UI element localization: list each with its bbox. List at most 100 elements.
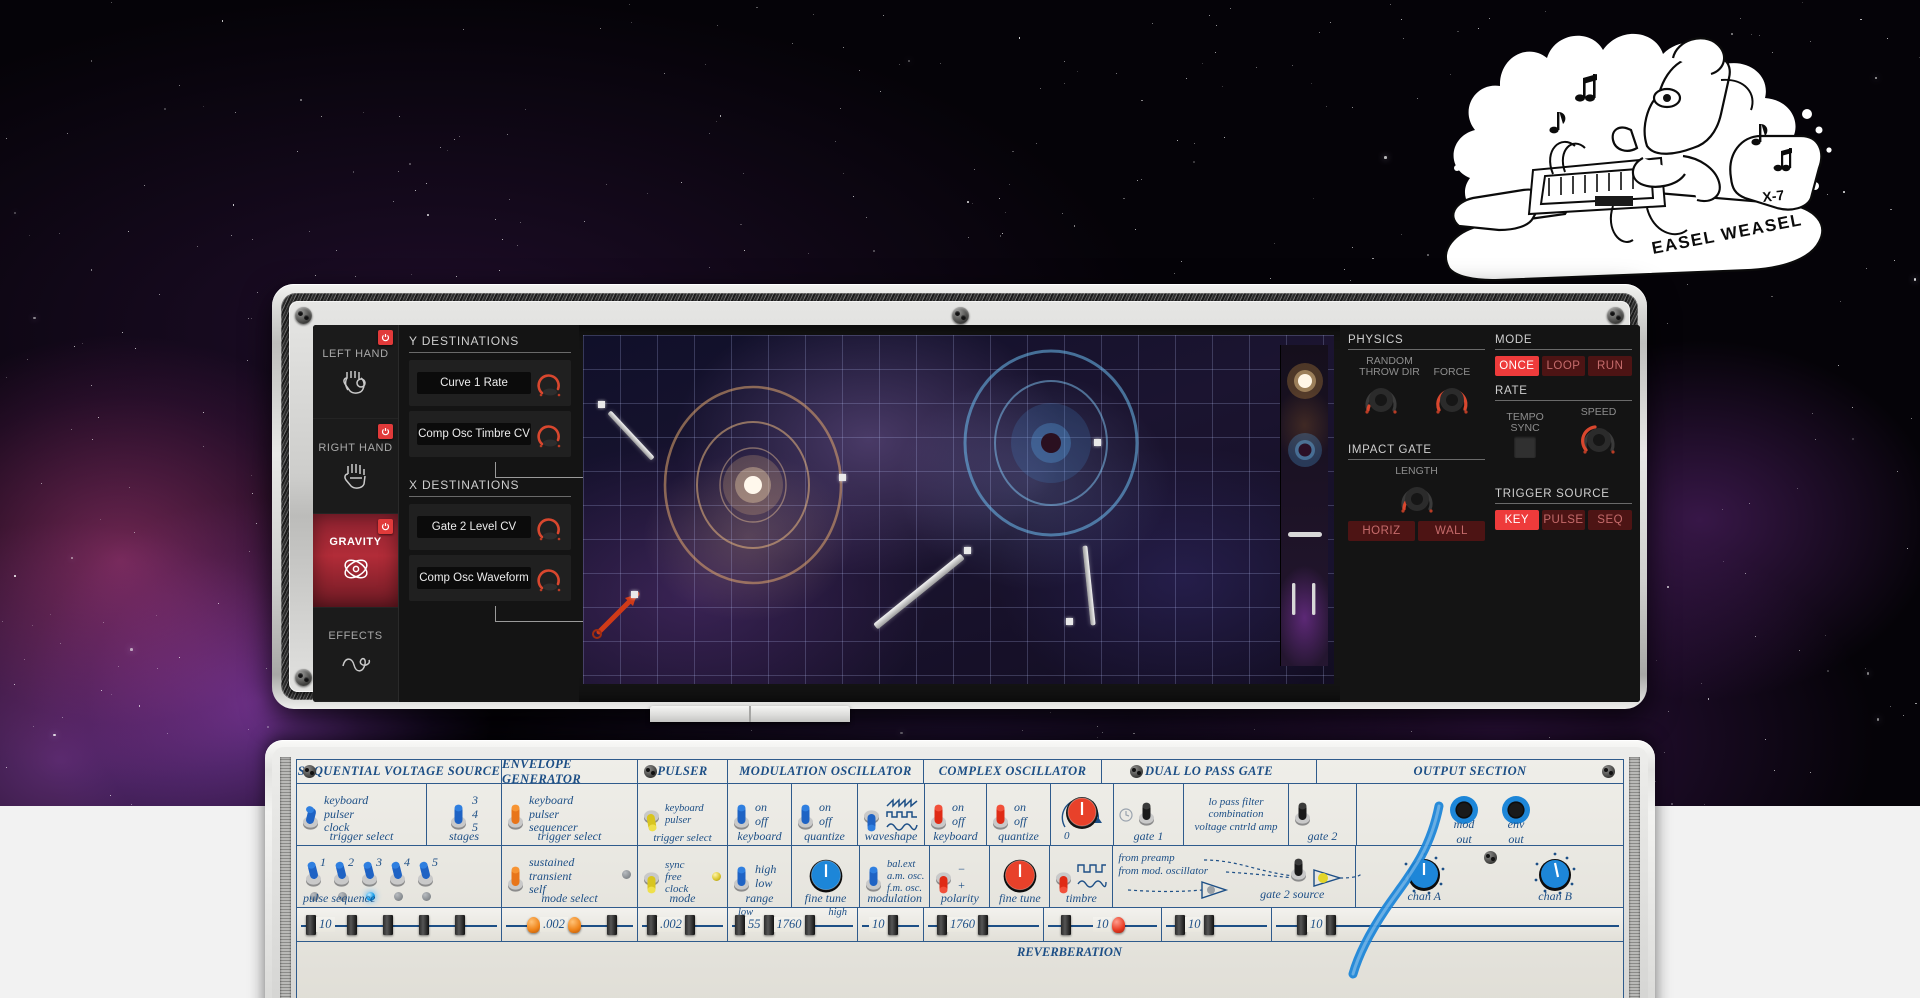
toggle-switch-icon[interactable] [930,798,947,832]
eg-mode-select[interactable]: sustained transient self mode select [502,846,638,907]
mod-osc-waveshape[interactable]: waveshape [858,784,925,845]
slider-handle[interactable] [937,914,947,935]
svs-pulse-sequence[interactable]: 1 2 3 4 5 pulse sequence [297,846,502,907]
svs-stages[interactable]: 3 4 5 stages [427,784,502,845]
object-palette[interactable] [1280,345,1328,666]
slider-handle[interactable] [454,914,465,935]
star-resize-handle[interactable] [839,474,846,481]
toggle-switch-icon[interactable] [643,860,660,894]
destination-row[interactable]: Comp Osc Waveform [409,555,571,601]
toggle-switch-icon[interactable] [1290,854,1307,888]
destination-row[interactable]: Gate 2 Level CV [409,504,571,550]
power-toggle-gravity[interactable] [378,518,393,534]
slider-handle-orange[interactable] [567,916,581,933]
toggle-switch-icon[interactable] [733,798,750,832]
wall-handle[interactable] [598,401,605,408]
slider-handle-red[interactable] [1111,916,1125,933]
toggle-switch-icon[interactable] [450,798,467,832]
slider-handle[interactable] [382,914,393,935]
destination-label[interactable]: Comp Osc Timbre CV [417,423,531,445]
svs-trigger-select[interactable]: keyboard pulser clock trigger select [297,784,427,845]
toggle-switch-icon[interactable] [935,860,952,894]
mod-osc-keyboard[interactable]: on off keyboard [728,784,792,845]
pulser-mode[interactable]: sync free clock mode [638,846,728,907]
output-chan-a[interactable]: chan A [1401,851,1447,903]
launch-handle[interactable] [631,591,638,598]
slider-handle[interactable] [684,914,695,935]
toggle-switch-icon[interactable] [507,798,524,832]
comp-osc-pitch-slider[interactable]: 1760 [924,908,1044,941]
slider-handle[interactable] [1061,914,1071,935]
slider-handle[interactable] [647,914,657,935]
toggle-switch-icon[interactable] [863,798,880,832]
mod-osc-index-slider[interactable]: 10 [858,908,924,941]
destination-label[interactable]: Comp Osc Waveform [417,567,531,589]
destination-label[interactable]: Gate 2 Level CV [417,516,531,538]
slider-handle[interactable] [1203,914,1214,935]
launch-vector-arrow[interactable] [591,580,661,640]
slider-handle[interactable] [1325,914,1336,935]
palette-swatches[interactable] [1281,345,1329,684]
trigger-pulse-button[interactable]: PULSE [1541,510,1586,530]
mod-osc-quantize[interactable]: on off quantize [792,784,858,845]
mode-run-button[interactable]: RUN [1588,356,1633,376]
sidebar-item-gravity[interactable]: GRAVITY [313,513,398,608]
mod-osc-fine-tune[interactable]: fine tune [792,846,860,907]
toggle-switch-icon[interactable] [643,798,660,832]
random-throw-dir-knob[interactable] [1359,378,1403,418]
toggle-switch-icon[interactable] [1055,860,1072,894]
mod-osc-modulation[interactable]: bal.ext a.m. osc. f.m. osc. modulation [860,846,931,907]
eg-time-slider[interactable]: .002 [502,908,638,941]
sidebar-item-left-hand[interactable]: LEFT HAND [313,325,398,420]
output-chan-b[interactable]: chan B [1532,851,1578,903]
random-throw-dir-control[interactable]: RANDOM THROW DIR [1359,356,1420,418]
black-hole-body[interactable] [933,343,1163,543]
toggle-switch-icon[interactable] [797,798,814,832]
lpg-gate-1[interactable]: gate 1 [1114,784,1184,845]
pulser-trigger-select[interactable]: keyboard pulser trigger select [638,784,728,845]
lpg-gate-2-source[interactable]: from preamp from mod. oscillator gate 2 … [1113,846,1362,907]
impact-gate-horiz-button[interactable]: HORIZ [1348,521,1415,541]
sidebar-item-right-hand[interactable]: RIGHT HAND [313,419,398,514]
tempo-sync-control[interactable]: TEMPO SYNC [1506,412,1544,458]
force-control[interactable]: FORCE [1430,367,1474,418]
slider-handle-orange[interactable] [527,916,540,933]
impact-length-knob[interactable] [1395,477,1439,517]
pulser-slider[interactable]: .002 [638,908,728,941]
toggle-switch-icon[interactable] [733,860,750,894]
output-env-out[interactable]: env out [1499,795,1533,846]
speed-knob[interactable] [1577,418,1621,458]
slider-handle[interactable] [418,914,429,935]
power-toggle-right-hand[interactable] [378,424,393,440]
impact-gate-wall-button[interactable]: WALL [1418,521,1485,541]
mode-loop-button[interactable]: LOOP [1541,356,1586,376]
trigger-key-button[interactable]: KEY [1495,510,1539,530]
force-knob[interactable] [1430,378,1474,418]
lpg-gate-2[interactable]: gate 2 [1289,784,1357,845]
comp-osc-keyboard[interactable]: on off keyboard [925,784,987,845]
gravity-viewport[interactable] [579,325,1340,702]
eg-trigger-select[interactable]: keyboard pulser sequencer trigger select [502,784,638,845]
slider-handle[interactable] [887,914,898,935]
mode-once-button[interactable]: ONCE [1495,356,1539,376]
lpg-gate2-slider[interactable]: 10 [1272,908,1623,941]
lpg-gate1-slider[interactable]: 10 [1162,908,1272,941]
toggle-switch-icon[interactable] [992,798,1009,832]
toggle-switch-icon[interactable] [1138,798,1155,832]
destination-amount-knob[interactable] [535,367,565,399]
svs-stage-sliders[interactable]: 10 [297,908,502,941]
slider-handle[interactable] [606,914,617,935]
impact-length-control[interactable]: LENGTH [1348,466,1485,517]
tempo-sync-checkbox[interactable] [1514,436,1537,458]
slider-handle[interactable] [1297,914,1307,935]
simulation-canvas[interactable] [583,335,1334,684]
slider-handle[interactable] [763,914,774,935]
comp-osc-fine-tune[interactable]: fine tune [990,846,1051,907]
slider-handle[interactable] [1175,914,1185,935]
slider-handle[interactable] [978,914,988,935]
trigger-seq-button[interactable]: SEQ [1588,510,1633,530]
comp-osc-polarity[interactable]: − + polarity [930,846,991,907]
slider-handle[interactable] [306,914,316,935]
destination-row[interactable]: Curve 1 Rate [409,360,571,406]
destination-amount-knob[interactable] [535,418,565,450]
